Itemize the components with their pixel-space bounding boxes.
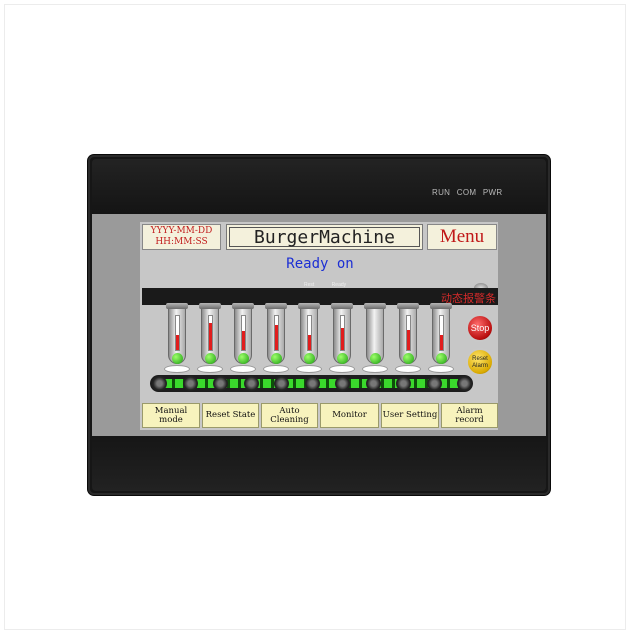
plate: [362, 365, 388, 373]
status-led-icon: [271, 353, 282, 364]
tube: [430, 303, 452, 364]
tube: [364, 303, 386, 364]
tube: [331, 303, 353, 364]
com-indicator: COM: [456, 188, 477, 197]
thermometer-fill: [242, 331, 245, 350]
nav-user-setting[interactable]: User Setting: [381, 403, 439, 428]
tube-cap: [364, 303, 386, 309]
tube: [397, 303, 419, 364]
thermometer-fill: [440, 334, 443, 350]
nav-manual-mode[interactable]: Manual mode: [142, 403, 200, 428]
bottom-nav: Manual mode Reset State Auto Cleaning Mo…: [142, 403, 498, 428]
thermometer-icon: [406, 315, 411, 351]
tube-cap: [232, 303, 254, 309]
tube-cap: [397, 303, 419, 309]
tube-array: [166, 303, 458, 372]
status-led-icon: [238, 353, 249, 364]
roller-icon: [396, 376, 411, 391]
tube-cap: [166, 303, 188, 309]
bezel-bottom: [92, 436, 546, 491]
roller-icon: [335, 376, 350, 391]
reset-label: Reset: [472, 356, 488, 362]
thermometer-fill: [275, 324, 278, 350]
plate-array: [164, 365, 468, 375]
status-led-icon: [304, 353, 315, 364]
bezel-top: [92, 159, 546, 215]
thermometer-icon: [439, 315, 444, 351]
stop-button[interactable]: Stop: [466, 314, 494, 342]
thermometer-fill: [341, 327, 344, 350]
plate: [164, 365, 190, 373]
nav-reset-state[interactable]: Reset State: [202, 403, 259, 428]
thermometer-icon: [175, 315, 180, 351]
menu-button[interactable]: Menu: [427, 224, 497, 250]
plate: [197, 365, 223, 373]
roller-icon: [152, 376, 167, 391]
roller-icon: [243, 376, 259, 391]
tube: [199, 303, 221, 364]
stop-label: Stop: [470, 323, 490, 333]
roller-icon: [274, 376, 289, 391]
thermometer-icon: [307, 315, 312, 351]
pwr-indicator: PWR: [482, 188, 503, 197]
reset-alarm-button[interactable]: Reset Alarm: [466, 348, 494, 376]
status-led-icon: [403, 353, 414, 364]
status-text: Ready on: [286, 256, 354, 272]
thermometer-fill: [308, 334, 311, 350]
roller-icon: [182, 376, 198, 391]
plate: [230, 365, 256, 373]
roller-icon: [304, 376, 320, 391]
tube-cap: [265, 303, 287, 309]
status-led-icon: [436, 353, 447, 364]
roller-icon: [365, 376, 381, 391]
tube-cap: [331, 303, 353, 309]
tube-cap: [430, 303, 452, 309]
plate: [263, 365, 289, 373]
plate: [428, 365, 454, 373]
indicator-labels: RUN COM PWR: [432, 188, 506, 197]
run-indicator: RUN: [432, 188, 451, 197]
status-led-icon: [337, 353, 348, 364]
nav-monitor[interactable]: Monitor: [320, 403, 379, 428]
plate: [329, 365, 355, 373]
app-title: BurgerMachine: [229, 227, 420, 247]
thermometer-fill: [176, 334, 179, 350]
datetime-display: YYYY-MM-DD HH:MM:SS: [142, 224, 221, 250]
roller-icon: [213, 376, 228, 391]
status-led-icon: [205, 353, 216, 364]
tube: [232, 303, 254, 364]
tube: [166, 303, 188, 364]
thermometer-fill: [407, 329, 410, 350]
tube-cap: [298, 303, 320, 309]
thermometer-icon: [340, 315, 345, 351]
nav-auto-cleaning[interactable]: Auto Cleaning: [261, 403, 318, 428]
plate: [395, 365, 421, 373]
thermometer-fill: [209, 322, 212, 350]
date-text: YYYY-MM-DD: [150, 226, 213, 236]
thermometer-icon: [274, 315, 279, 351]
title-panel: BurgerMachine: [226, 224, 423, 250]
tube-cap: [199, 303, 221, 309]
thermometer-icon: [241, 315, 246, 351]
roller-icon: [426, 376, 442, 391]
tube: [298, 303, 320, 364]
conveyor-belt: [150, 375, 473, 392]
time-text: HH:MM:SS: [155, 237, 208, 247]
roller-icon: [457, 376, 472, 391]
thermometer-icon: [208, 315, 213, 351]
alarm-label: Alarm: [472, 363, 488, 369]
tube: [265, 303, 287, 364]
status-led-icon: [172, 353, 183, 364]
nav-alarm-record[interactable]: Alarm record: [441, 403, 498, 428]
status-led-icon: [370, 353, 381, 364]
plate: [296, 365, 322, 373]
